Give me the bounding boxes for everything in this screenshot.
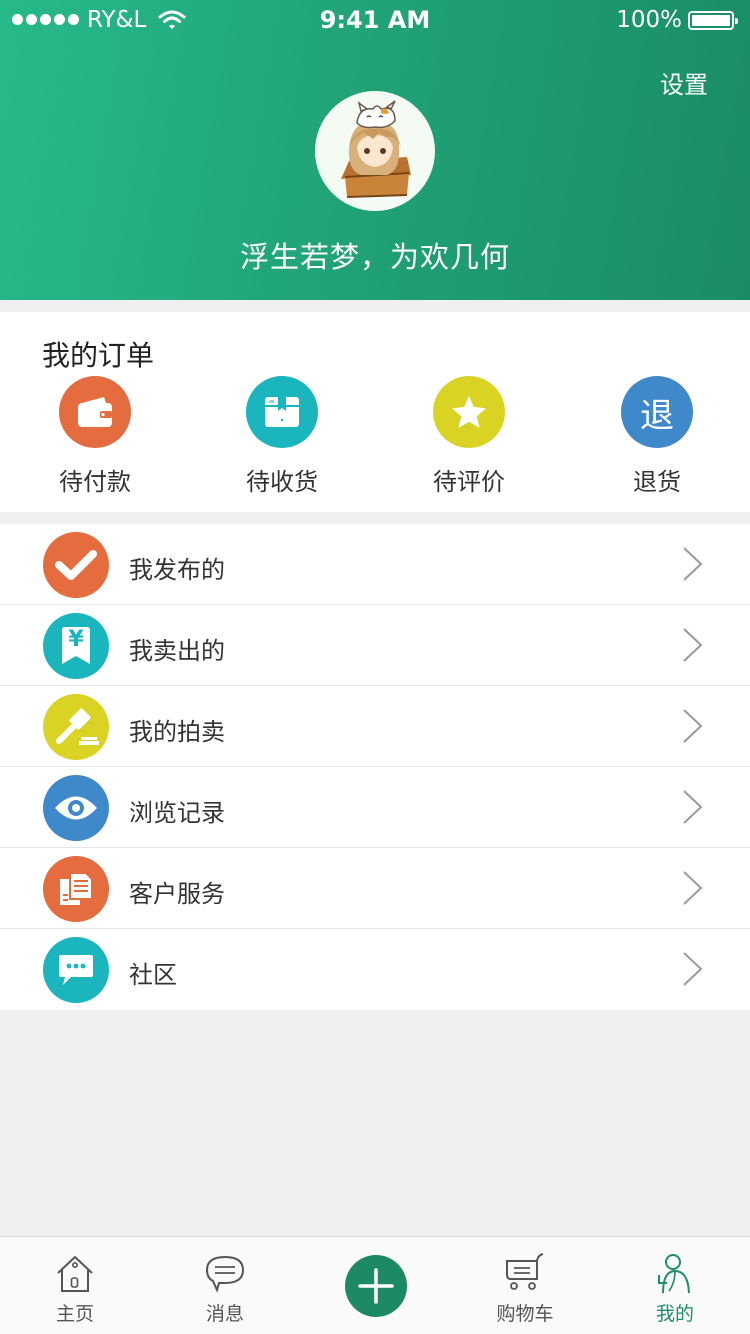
chevron-right-icon [683, 952, 703, 986]
order-label: 待付款 [59, 468, 131, 496]
order-label: 待收货 [246, 468, 318, 496]
order-pending-review[interactable]: 待评价 [394, 376, 544, 497]
tab-profile[interactable]: 我的 [600, 1237, 750, 1334]
bottom-tab-bar: 主页 消息 购物车 我的 [0, 1236, 750, 1334]
wallet-icon [59, 376, 131, 448]
menu-item-label: 我卖出的 [129, 637, 225, 665]
order-label: 待评价 [433, 468, 505, 496]
profile-icon [658, 1254, 690, 1294]
publish-plus-button[interactable] [345, 1255, 407, 1317]
message-icon [205, 1255, 245, 1293]
plus-icon [358, 1268, 394, 1304]
battery-icon [688, 11, 738, 30]
order-pending-payment[interactable]: 待付款 [20, 376, 170, 497]
menu-item-label: 客户服务 [129, 880, 225, 908]
cart-icon [506, 1253, 544, 1290]
tab-label: 购物车 [496, 1303, 554, 1325]
menu-item-history[interactable]: 浏览记录 [0, 767, 750, 848]
user-nickname: 浮生若梦，为欢几何 [239, 240, 510, 274]
home-icon [57, 1256, 93, 1292]
order-pending-receipt[interactable]: 待收货 [207, 376, 357, 497]
order-returns[interactable]: 退 退货 [582, 376, 732, 497]
menu-item-customer-service[interactable]: 客户服务 [0, 848, 750, 929]
tab-home[interactable]: 主页 [0, 1237, 150, 1334]
profile-header: RY&L 9:41 AM 100% 设置 浮生若梦，为欢几何 [0, 0, 750, 300]
my-orders-section: 我的订单 待付款 待收货 待评价 退 退货 [0, 312, 750, 512]
avatar-image [341, 100, 411, 198]
check-icon [43, 532, 109, 598]
battery-percentage: 100% [616, 7, 682, 33]
tab-messages[interactable]: 消息 [150, 1237, 300, 1334]
chat-bubble-icon [43, 937, 109, 1003]
tab-label: 主页 [55, 1303, 94, 1325]
chevron-right-icon [683, 790, 703, 824]
menu-item-label: 我发布的 [129, 556, 225, 584]
tab-cart[interactable]: 购物车 [450, 1237, 600, 1334]
tab-label: 消息 [205, 1303, 244, 1325]
menu-item-auctions[interactable]: 我的拍卖 [0, 686, 750, 767]
section-title: 我的订单 [42, 339, 155, 372]
menu-item-community[interactable]: 社区 [0, 929, 750, 1010]
yen-tag-icon: ¥ [43, 613, 109, 679]
menu-item-label: 社区 [129, 961, 177, 989]
chevron-right-icon [683, 628, 703, 662]
tab-label: 我的 [655, 1303, 694, 1325]
chevron-right-icon [683, 709, 703, 743]
avatar[interactable] [315, 91, 435, 211]
settings-button[interactable]: 设置 [660, 65, 708, 100]
order-label: 退货 [633, 468, 681, 496]
menu-item-label: 我的拍卖 [129, 718, 225, 746]
yen-glyph: ¥ [68, 627, 84, 652]
profile-menu-list: 我发布的 ¥ 我卖出的 我的拍卖 浏览记录 客户服务 社区 [0, 524, 750, 1010]
menu-item-my-posts[interactable]: 我发布的 [0, 524, 750, 605]
menu-item-label: 浏览记录 [129, 799, 225, 827]
chevron-right-icon [683, 871, 703, 905]
chevron-right-icon [683, 547, 703, 581]
star-icon [433, 376, 505, 448]
return-icon: 退 [621, 376, 693, 448]
box-icon [246, 376, 318, 448]
menu-item-sold[interactable]: ¥ 我卖出的 [0, 605, 750, 686]
eye-icon [43, 775, 109, 841]
status-bar: RY&L 9:41 AM 100% [0, 0, 750, 40]
gavel-icon [43, 694, 109, 760]
documents-icon [43, 856, 109, 922]
